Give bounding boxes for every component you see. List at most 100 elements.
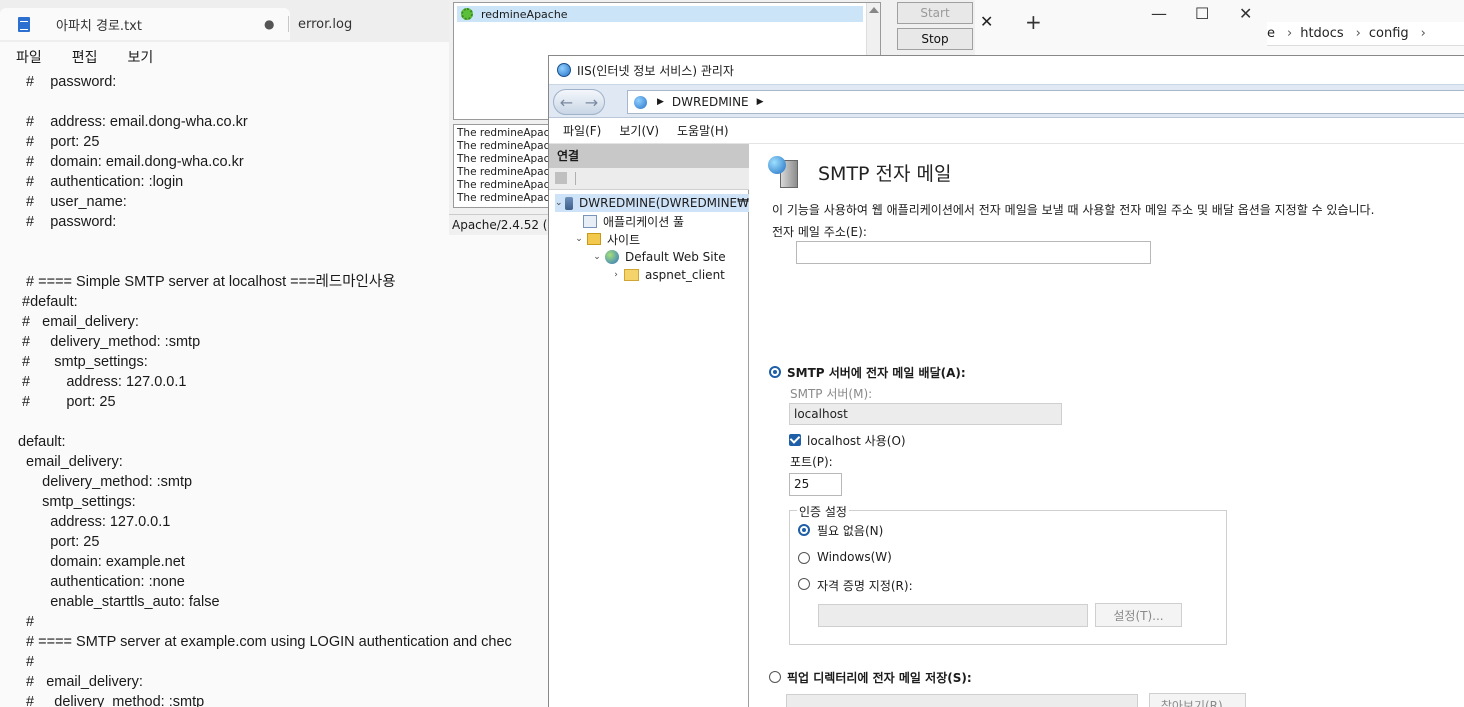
- breadcrumb-chevron-icon: ›: [1287, 26, 1293, 41]
- email-address-label: 전자 메일 주소(E):: [772, 225, 867, 239]
- breadcrumb-chevron-icon: ›: [1355, 26, 1361, 41]
- connections-toolbar: [549, 168, 749, 190]
- text-line: # domain: email.dong-wha.co.kr: [18, 154, 244, 170]
- menu-view[interactable]: 보기: [128, 47, 154, 67]
- text-line: # password:: [18, 74, 117, 90]
- maximize-icon[interactable]: ☐: [1195, 4, 1209, 23]
- tree-item-app-pools[interactable]: 애플리케이션 풀: [583, 212, 684, 230]
- connections-pane: 연결 ⌄ DWREDMINE(DWREDMINE₩ 애플리케이션 풀 ⌄ 사이트…: [549, 144, 749, 707]
- menu-help[interactable]: 도움말(H): [677, 122, 729, 139]
- iis-titlebar: IIS(인터넷 정보 서비스) 관리자: [549, 56, 1464, 84]
- forward-arrow-icon[interactable]: →: [585, 93, 598, 112]
- expand-chevron-icon[interactable]: ›: [610, 270, 622, 280]
- iis-navigation-bar: ← → ▶ DWREDMINE ▶: [549, 84, 1464, 118]
- auth-set-button[interactable]: 설정(T)...: [1095, 603, 1182, 627]
- pickup-directory-input[interactable]: [786, 694, 1138, 707]
- iis-menubar: 파일(F) 보기(V) 도움말(H): [549, 118, 1464, 144]
- log-line: The redmineApach: [457, 179, 551, 191]
- breadcrumb: e › htdocs › config ›: [1267, 22, 1464, 46]
- menu-edit[interactable]: 편집: [72, 47, 98, 67]
- collapse-chevron-icon[interactable]: ⌄: [555, 198, 563, 208]
- auth-credentials-input[interactable]: [818, 604, 1088, 627]
- apache-status-bar: Apache/2.4.52 (W: [449, 214, 549, 234]
- tab-close-icon[interactable]: ✕: [980, 12, 993, 31]
- text-line: delivery_method: :smtp: [18, 474, 193, 490]
- text-line: default:: [18, 434, 66, 450]
- server-icon: [564, 196, 574, 210]
- tree-label: 애플리케이션 풀: [603, 214, 685, 229]
- collapse-chevron-icon[interactable]: ⌄: [591, 252, 603, 262]
- connect-icon[interactable]: [555, 172, 567, 184]
- scroll-up-icon[interactable]: [869, 7, 879, 13]
- address-bar[interactable]: ▶ DWREDMINE ▶: [627, 90, 1464, 114]
- pickup-directory-radio[interactable]: [769, 671, 781, 683]
- stop-button[interactable]: Stop: [897, 28, 973, 50]
- back-arrow-icon[interactable]: ←: [560, 93, 573, 112]
- breadcrumb-item[interactable]: e: [1267, 26, 1275, 41]
- tree-item-server[interactable]: ⌄ DWREDMINE(DWREDMINE₩: [555, 194, 749, 212]
- log-line: The redmineApach: [457, 127, 551, 139]
- text-line: # ==== SMTP server at example.com using …: [18, 634, 512, 650]
- text-line: # email_delivery:: [18, 674, 143, 690]
- feature-header: SMTP 전자 메일: [768, 156, 952, 188]
- collapse-chevron-icon[interactable]: ⌄: [573, 234, 585, 244]
- text-line: # authentication: :login: [18, 174, 184, 190]
- server-globe-icon: [634, 95, 647, 109]
- text-line: [18, 412, 512, 432]
- log-line: The redmineApach: [457, 192, 551, 204]
- tree-item-default-web-site[interactable]: ⌄ Default Web Site: [591, 248, 726, 266]
- minimize-icon[interactable]: —: [1151, 4, 1167, 23]
- nav-buttons: ← →: [553, 89, 605, 115]
- smtp-server-input[interactable]: localhost: [789, 403, 1062, 425]
- smtp-delivery-radio[interactable]: [769, 366, 781, 378]
- breadcrumb-item[interactable]: htdocs: [1300, 26, 1343, 41]
- text-line: [18, 252, 512, 272]
- text-line: authentication: :none: [18, 574, 185, 590]
- new-tab-icon[interactable]: +: [1025, 10, 1042, 34]
- menu-file[interactable]: 파일: [16, 47, 42, 67]
- menu-file[interactable]: 파일(F): [563, 122, 601, 139]
- auth-windows-radio[interactable]: [798, 552, 810, 564]
- port-input[interactable]: 25: [789, 473, 842, 496]
- tree-item-sites[interactable]: ⌄ 사이트: [573, 230, 640, 248]
- service-name: redmineApache: [481, 7, 568, 21]
- tree-item-aspnet-client[interactable]: › aspnet_client: [610, 266, 725, 284]
- tab-apache-path[interactable]: 아파치 경로.txt ●: [0, 8, 290, 40]
- auth-credentials-radio[interactable]: [798, 578, 810, 590]
- text-line: #default:: [18, 294, 78, 310]
- start-button[interactable]: Start: [897, 2, 973, 24]
- window-close-icon[interactable]: ✕: [1239, 4, 1252, 23]
- email-address-input[interactable]: [796, 241, 1151, 264]
- auth-none-radio[interactable]: [798, 524, 810, 536]
- use-localhost-label[interactable]: localhost 사용(O): [807, 432, 906, 449]
- tab-error-log[interactable]: error.log: [298, 8, 352, 40]
- address-arrow-icon[interactable]: ▶: [757, 97, 764, 107]
- breadcrumb-item[interactable]: config: [1369, 26, 1409, 41]
- smtp-delivery-label[interactable]: SMTP 서버에 전자 메일 배달(A):: [787, 364, 966, 381]
- text-line: # port: 25: [18, 394, 116, 410]
- auth-windows-label[interactable]: Windows(W): [817, 550, 892, 564]
- address-arrow-icon: ▶: [657, 97, 664, 107]
- browse-button[interactable]: 찾아보기(R)...: [1149, 693, 1246, 707]
- smtp-server-label: SMTP 서버(M):: [790, 387, 873, 401]
- auth-settings-legend: 인증 설정: [797, 503, 849, 520]
- service-running-icon: [461, 8, 473, 20]
- text-line: port: 25: [18, 534, 100, 550]
- service-item[interactable]: redmineApache: [457, 6, 863, 22]
- menu-view[interactable]: 보기(V): [619, 122, 659, 139]
- text-line: [18, 232, 512, 252]
- text-line: #: [18, 614, 35, 630]
- text-line: smtp_settings:: [18, 494, 136, 510]
- pickup-directory-label[interactable]: 픽업 디렉터리에 전자 메일 저장(S):: [787, 669, 972, 686]
- address-segment[interactable]: DWREDMINE: [672, 95, 749, 109]
- auth-none-label[interactable]: 필요 없음(N): [817, 522, 883, 539]
- tab-label: error.log: [298, 16, 353, 32]
- use-localhost-checkbox[interactable]: [789, 434, 801, 446]
- tree-label: aspnet_client: [645, 268, 725, 282]
- text-line: # address: 127.0.0.1: [18, 374, 187, 390]
- text-line: enable_starttls_auto: false: [18, 594, 220, 610]
- text-line: # ==== Simple SMTP server at localhost =…: [18, 274, 396, 290]
- auth-credentials-label[interactable]: 자격 증명 지정(R):: [817, 577, 913, 594]
- notepad-text-area[interactable]: # password: # address: email.dong-wha.co…: [18, 72, 512, 707]
- app-pool-icon: [583, 214, 597, 228]
